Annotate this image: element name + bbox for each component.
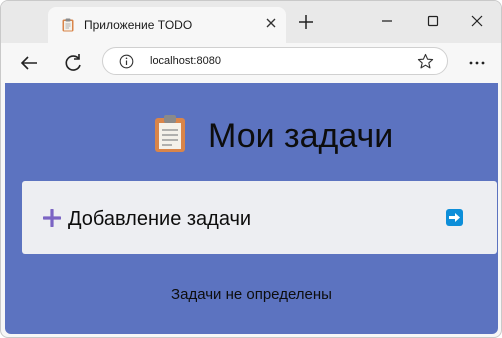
page-content: Мои задачи Задачи не определены <box>5 83 498 334</box>
minimize-icon[interactable] <box>373 9 401 33</box>
title-bar: Приложение TODO <box>1 1 501 43</box>
empty-state-message: Задачи не определены <box>171 286 332 303</box>
browser-window: Приложение TODO localhost:8080 Мои задач… <box>0 0 502 338</box>
star-icon[interactable] <box>417 53 434 70</box>
add-task-form <box>22 181 497 254</box>
url-text: localhost:8080 <box>150 55 221 67</box>
more-icon[interactable] <box>468 57 486 69</box>
clipboard-icon <box>62 18 74 32</box>
close-icon[interactable] <box>263 15 279 31</box>
reload-icon[interactable] <box>61 51 85 75</box>
clipboard-icon <box>155 115 185 152</box>
tab-title: Приложение TODO <box>84 18 193 32</box>
address-bar[interactable]: localhost:8080 <box>102 47 448 75</box>
maximize-icon[interactable] <box>419 9 447 33</box>
info-icon[interactable] <box>119 54 134 69</box>
add-task-input[interactable] <box>68 205 428 233</box>
page-title: Мои задачи <box>208 117 394 155</box>
close-icon[interactable] <box>463 9 491 33</box>
browser-tab[interactable]: Приложение TODO <box>48 7 286 43</box>
submit-button[interactable] <box>446 209 463 226</box>
arrow-right-icon <box>449 213 460 222</box>
back-arrow-icon[interactable] <box>17 51 41 75</box>
plus-icon[interactable] <box>296 12 316 32</box>
browser-toolbar: localhost:8080 <box>1 43 501 83</box>
plus-icon <box>43 209 61 227</box>
